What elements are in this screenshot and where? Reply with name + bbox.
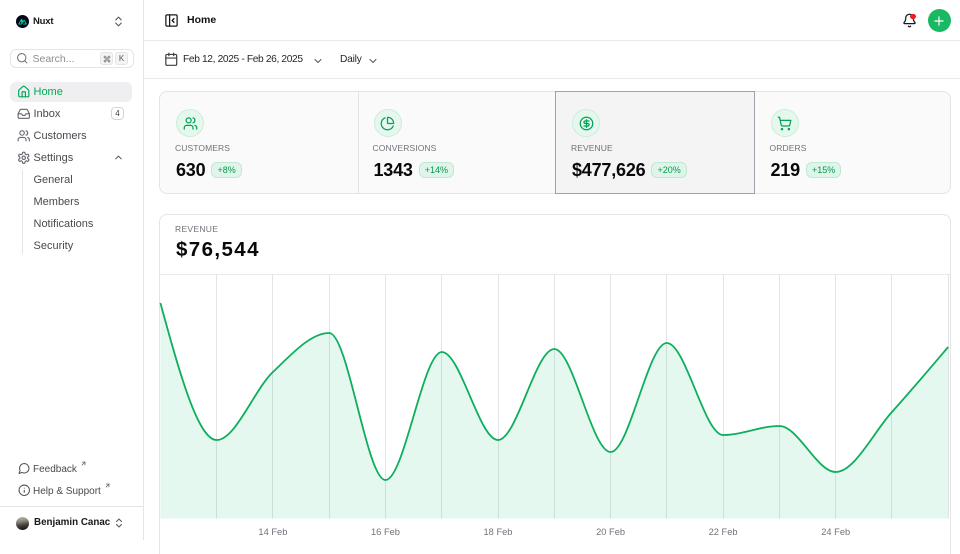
svg-text:18 Feb: 18 Feb xyxy=(484,527,513,537)
svg-text:16 Feb: 16 Feb xyxy=(371,527,400,537)
svg-text:24 Feb: 24 Feb xyxy=(821,527,850,537)
svg-text:20 Feb: 20 Feb xyxy=(596,527,625,537)
svg-text:14 Feb: 14 Feb xyxy=(258,527,287,537)
svg-text:22 Feb: 22 Feb xyxy=(709,527,738,537)
